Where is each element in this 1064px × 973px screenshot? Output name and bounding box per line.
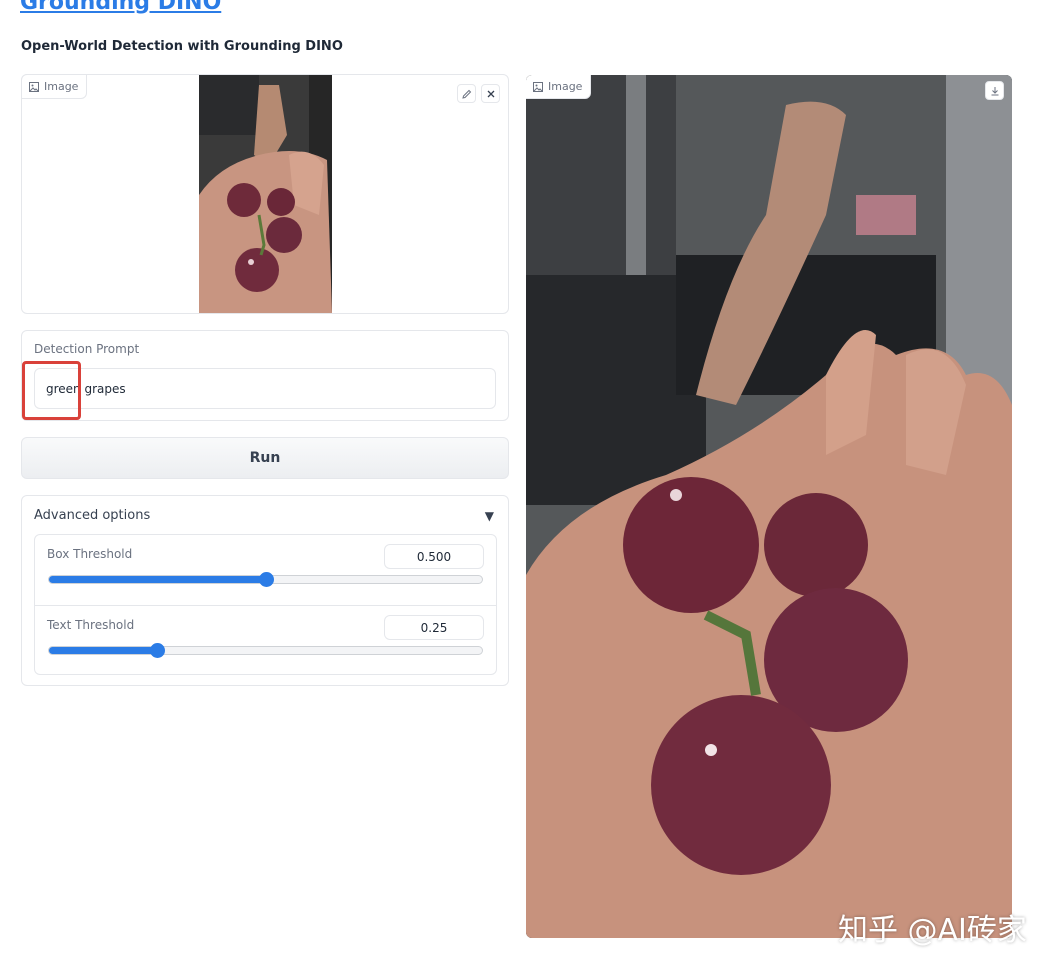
- text-threshold-label: Text Threshold: [47, 618, 135, 632]
- advanced-options-toggle[interactable]: Advanced options: [34, 508, 150, 523]
- box-threshold-row: Box Threshold: [35, 535, 496, 605]
- page-title-link[interactable]: Grounding DINO: [20, 0, 221, 15]
- input-image-panel: Image: [21, 74, 509, 314]
- box-threshold-label: Box Threshold: [47, 547, 133, 561]
- advanced-options-panel: Advanced options ▼ Box Threshold Text Th…: [21, 495, 509, 686]
- text-threshold-slider-track[interactable]: [48, 646, 483, 655]
- image-icon: [29, 81, 39, 92]
- input-image-label: Image: [21, 74, 88, 99]
- output-photo: [526, 75, 1012, 938]
- prompt-panel: Detection Prompt: [21, 330, 509, 421]
- download-icon: [991, 86, 998, 95]
- text-threshold-slider-fill: [49, 647, 158, 654]
- watermark-text: 知乎 @AI砖家: [838, 913, 1027, 948]
- text-threshold-row: Text Threshold: [35, 605, 496, 675]
- download-image-button[interactable]: [985, 81, 1004, 100]
- chevron-down-icon[interactable]: ▼: [485, 509, 494, 523]
- text-threshold-input[interactable]: [384, 615, 484, 640]
- prompt-label: Detection Prompt: [34, 342, 140, 356]
- edit-image-button[interactable]: [457, 84, 476, 103]
- input-image-label-text: Image: [44, 80, 79, 93]
- output-image-label: Image: [526, 75, 592, 99]
- box-threshold-input[interactable]: [384, 544, 484, 569]
- close-icon: [487, 90, 494, 97]
- pencil-icon: [461, 89, 471, 99]
- box-threshold-slider-handle[interactable]: [258, 572, 274, 587]
- run-button[interactable]: Run: [21, 437, 509, 479]
- prompt-input[interactable]: [34, 368, 496, 409]
- text-threshold-slider-handle[interactable]: [149, 643, 165, 658]
- output-image-label-text: Image: [548, 80, 583, 93]
- clear-image-button[interactable]: [481, 84, 500, 103]
- threshold-group: Box Threshold Text Threshold: [34, 534, 497, 675]
- input-photo: [199, 75, 332, 313]
- output-image-panel: Image: [526, 75, 1012, 938]
- box-threshold-slider-fill: [49, 576, 266, 583]
- image-icon: [533, 81, 543, 92]
- page-subtitle: Open-World Detection with Grounding DINO: [21, 39, 343, 54]
